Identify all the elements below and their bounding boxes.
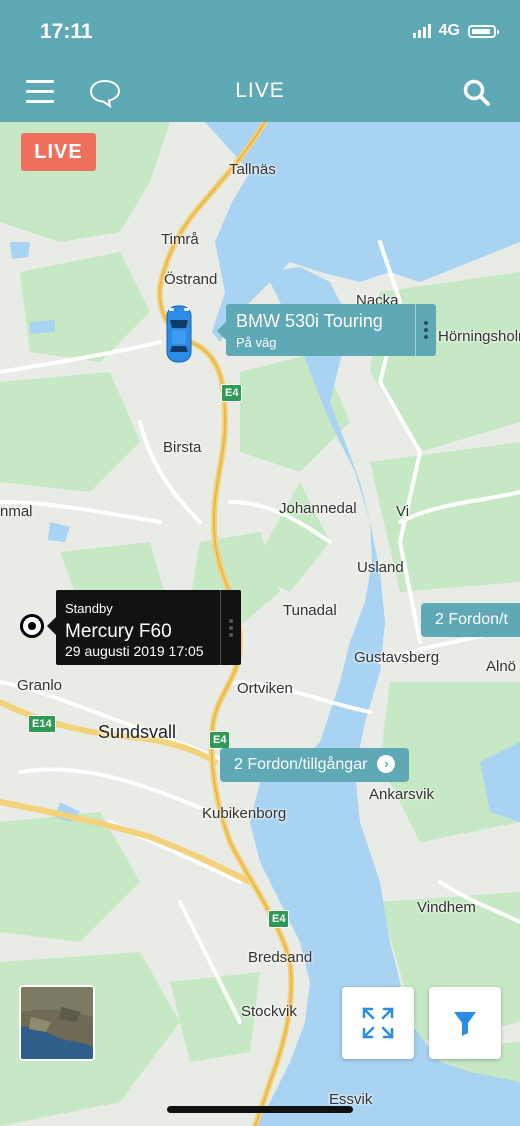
live-badge: LIVE (21, 133, 96, 171)
asset-name: Mercury F60 (65, 621, 172, 642)
road-shield: E4 (268, 910, 290, 928)
town-label: Bredsand (248, 949, 313, 966)
cluster-label: 2 Fordon/t (435, 611, 508, 628)
chevron-right-icon: › (377, 754, 396, 773)
town-label: Stockvik (241, 1003, 297, 1020)
asset-status: Standby (65, 601, 113, 616)
town-label: Vindhem (417, 899, 476, 916)
town-label: Ortviken (237, 680, 293, 697)
standby-marker-icon[interactable] (20, 614, 44, 638)
road-shield: E4 (209, 731, 231, 749)
town-label: Usland (357, 559, 404, 576)
town-label: Hörningsholm (438, 328, 520, 345)
vehicle-cluster-button[interactable]: 2 Fordon/t (421, 603, 520, 637)
vehicle-cluster-button[interactable]: 2 Fordon/tillgångar › (220, 748, 410, 782)
standby-asset-card[interactable]: Standby Mercury F60 29 augusti 2019 17:0… (47, 590, 241, 665)
page-title: LIVE (235, 79, 285, 102)
satellite-map-icon[interactable] (19, 985, 95, 1061)
town-label: Gustavsberg (354, 649, 440, 666)
car-icon[interactable] (164, 304, 194, 369)
town-label: Alnö (486, 658, 517, 675)
vehicle-status: På väg (236, 335, 277, 350)
town-label: Ankarsvik (369, 786, 435, 803)
town-label: Kubikenborg (202, 805, 287, 822)
road-shield: E14 (28, 715, 56, 733)
fullscreen-expand-icon (362, 1007, 394, 1039)
town-label: Sundsvall (98, 722, 177, 742)
filter-button[interactable] (429, 987, 501, 1059)
vehicle-info-card[interactable]: BMW 530i Touring På väg (217, 304, 436, 356)
vehicle-more-options-icon[interactable] (415, 304, 436, 356)
cluster-label: 2 Fordon/tillgångar (234, 756, 368, 773)
asset-more-options-icon[interactable] (220, 590, 241, 665)
filter-funnel-icon (454, 1012, 476, 1036)
status-indicators: 4G (412, 22, 499, 40)
nav-bar: LIVE (0, 62, 520, 122)
fullscreen-button[interactable] (342, 987, 414, 1059)
vehicle-name: BMW 530i Touring (236, 311, 383, 331)
search-icon[interactable] (462, 78, 492, 113)
town-label: Johannedal (279, 500, 357, 517)
asset-timestamp: 29 augusti 2019 17:05 (65, 643, 204, 659)
town-label: Vi (396, 503, 410, 520)
battery-icon (468, 24, 499, 38)
town-label: Granlo (17, 677, 63, 694)
town-label: Birsta (163, 439, 202, 456)
town-label: Tunadal (283, 602, 337, 619)
town-label: Tallnäs (229, 161, 276, 178)
town-label: Östrand (164, 271, 218, 288)
town-label: Timrå (161, 231, 199, 248)
status-bar: 17:11 4G (0, 0, 520, 62)
status-time: 17:11 (40, 20, 93, 43)
road-shield: E4 (221, 384, 243, 402)
home-indicator (167, 1106, 353, 1113)
network-type: 4G (438, 22, 460, 39)
town-label: nmal (0, 503, 33, 520)
signal-strength-icon (412, 24, 431, 38)
